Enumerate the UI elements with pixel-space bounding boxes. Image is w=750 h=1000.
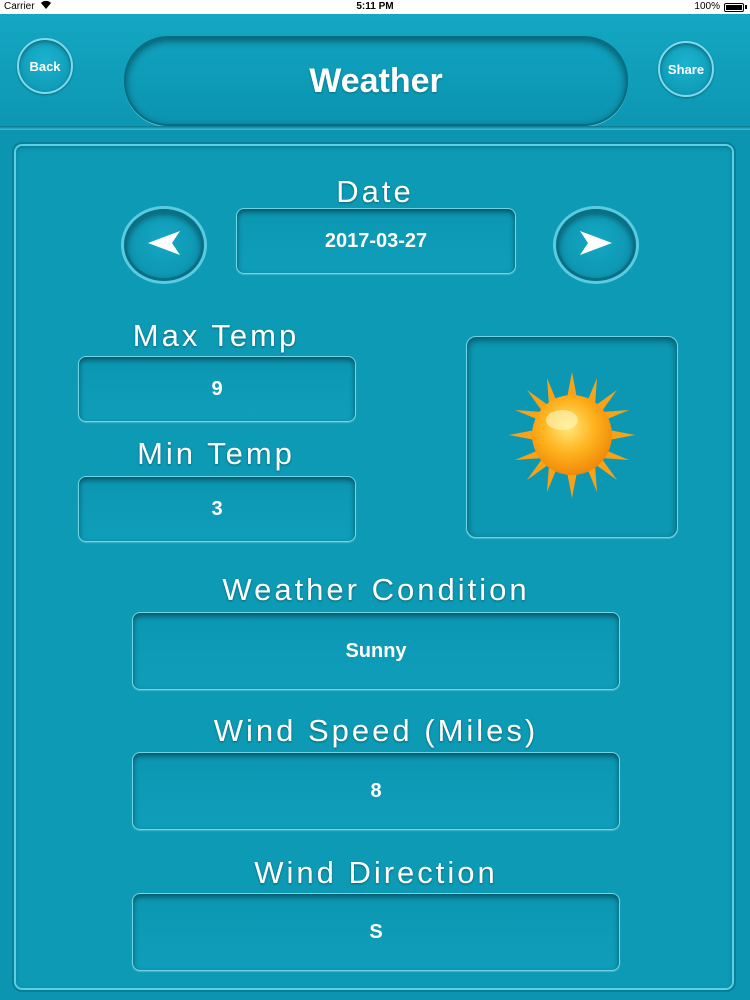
wind-speed-label: Wind Speed (Miles) (213, 713, 539, 748)
header-bar: Back Weather Share (0, 14, 750, 126)
weather-condition-field[interactable]: Sunny (132, 612, 620, 690)
wind-direction-value: S (369, 920, 383, 943)
min-temp-field[interactable]: 3 (78, 476, 356, 542)
status-time: 5:11 PM (356, 1, 394, 12)
weather-image-box (466, 336, 678, 538)
max-temp-value: 9 (211, 377, 223, 400)
wind-speed-value: 8 (370, 779, 382, 802)
left-arrow-icon (144, 228, 184, 263)
date-value: 2017-03-27 (324, 229, 428, 252)
weather-condition-label: Weather Condition (222, 572, 530, 607)
status-bar: Carrier 5:11 PM 100% (0, 0, 750, 14)
header-divider (0, 126, 750, 130)
right-arrow-icon (576, 228, 616, 263)
next-date-button[interactable] (556, 209, 636, 281)
page-title: Weather (309, 61, 443, 100)
battery-icon (724, 3, 744, 12)
title-bar: Weather (124, 36, 628, 126)
max-temp-field[interactable]: 9 (78, 356, 356, 422)
back-button[interactable]: Back (17, 38, 73, 94)
previous-date-button[interactable] (124, 209, 204, 281)
back-button-label: Back (29, 58, 61, 74)
share-button[interactable]: Share (658, 41, 714, 97)
wind-direction-label: Wind Direction (254, 855, 498, 890)
min-temp-label: Min Temp (137, 436, 295, 471)
wind-speed-field[interactable]: 8 (132, 752, 620, 830)
date-label: Date (336, 174, 414, 209)
share-button-label: Share (667, 61, 705, 77)
battery-percent: 100% (694, 1, 720, 12)
wind-direction-field[interactable]: S (132, 893, 620, 971)
min-temp-value: 3 (211, 497, 223, 520)
weather-condition-value: Sunny (345, 639, 407, 662)
max-temp-label: Max Temp (132, 318, 300, 353)
sun-icon (507, 370, 637, 505)
date-field[interactable]: 2017-03-27 (236, 208, 516, 274)
